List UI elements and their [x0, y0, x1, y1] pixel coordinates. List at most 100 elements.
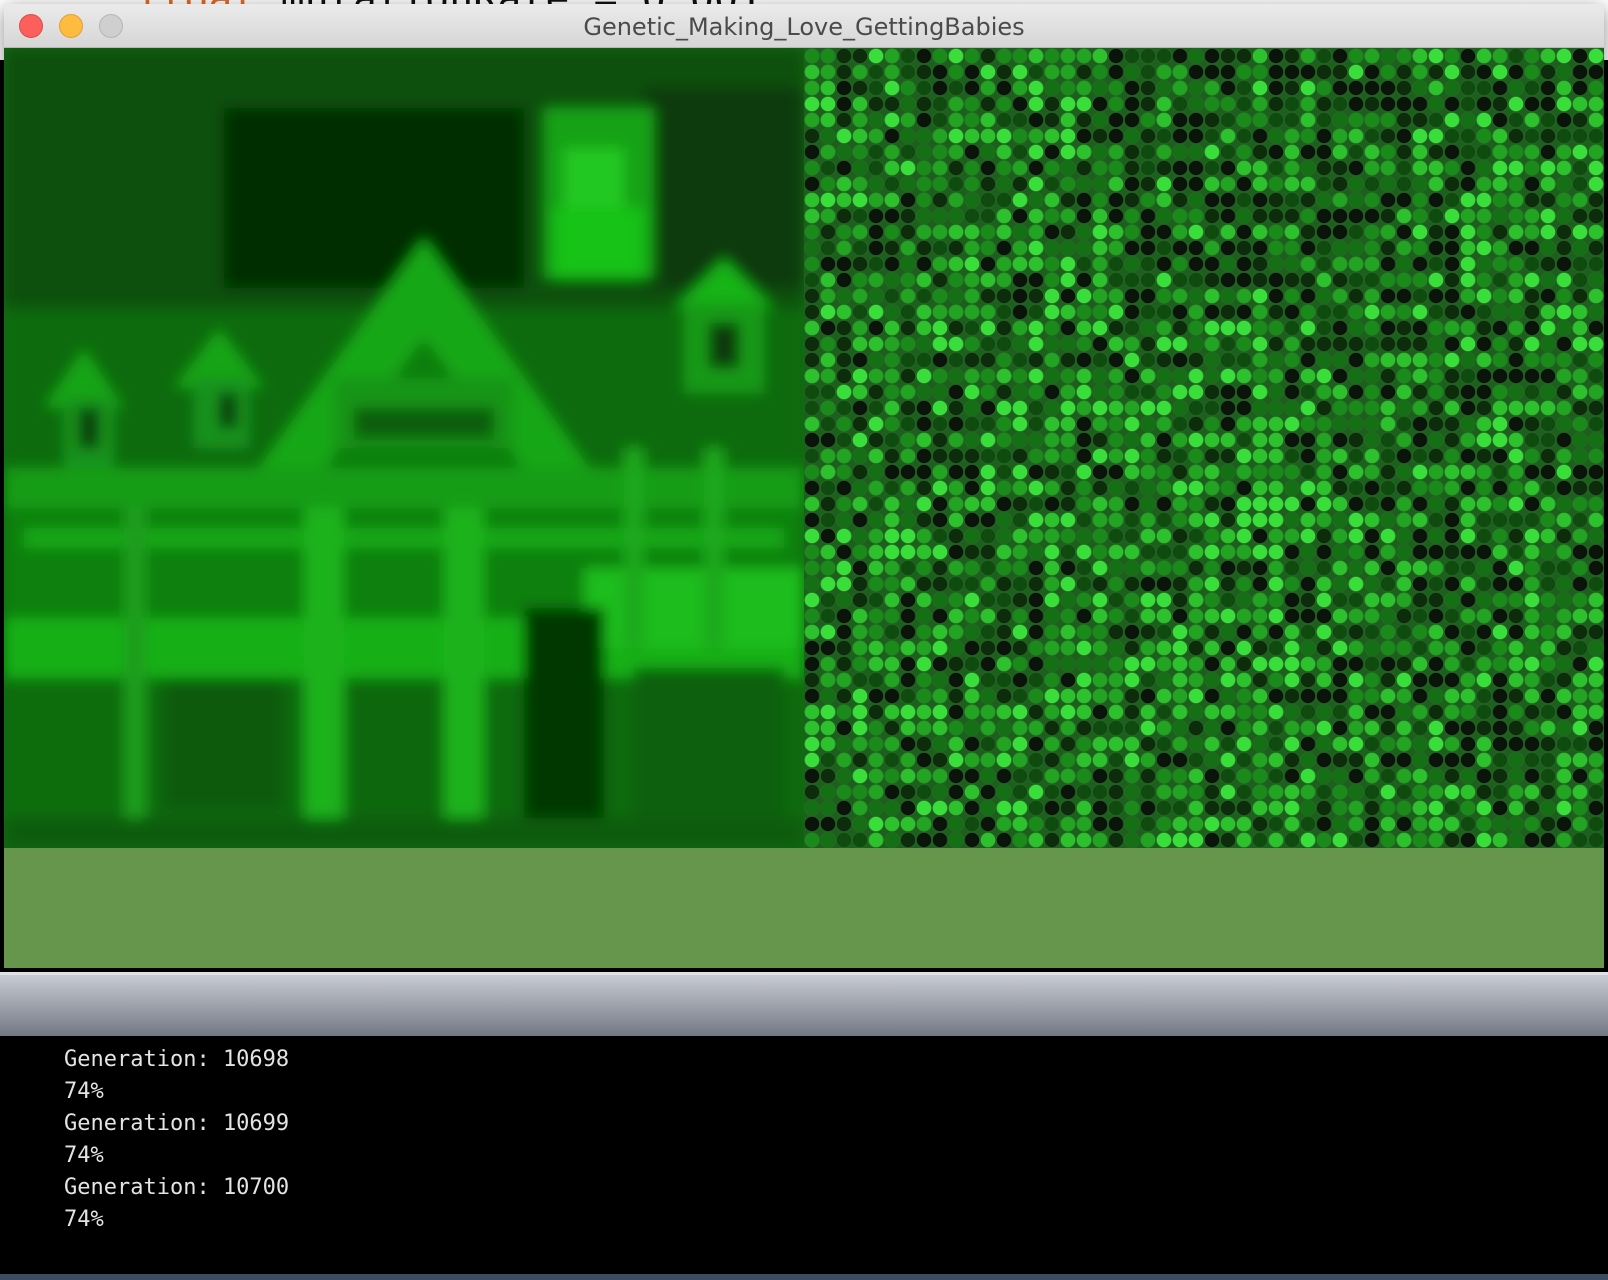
grid-dot: [1316, 640, 1332, 656]
grid-dot: [1556, 416, 1572, 432]
grid-dot: [1524, 48, 1540, 64]
grid-dot: [1476, 96, 1492, 112]
grid-dot: [1348, 176, 1364, 192]
grid-dot: [1140, 224, 1156, 240]
grid-dot: [1556, 48, 1572, 64]
grid-dot: [916, 624, 932, 640]
grid-dot: [1044, 80, 1060, 96]
grid-dot: [804, 560, 820, 576]
grid-dot: [1156, 288, 1172, 304]
grid-dot: [1124, 512, 1140, 528]
grid-dot: [836, 752, 852, 768]
grid-dot: [1028, 560, 1044, 576]
grid-dot: [1252, 96, 1268, 112]
grid-dot: [1156, 480, 1172, 496]
grid-dot: [1348, 704, 1364, 720]
grid-dot: [916, 352, 932, 368]
grid-dot: [1476, 256, 1492, 272]
grid-dot: [1268, 304, 1284, 320]
grid-dot: [820, 784, 836, 800]
grid-dot: [1204, 528, 1220, 544]
grid-dot: [932, 592, 948, 608]
grid-dot: [868, 448, 884, 464]
grid-dot: [1156, 304, 1172, 320]
grid-dot: [916, 192, 932, 208]
grid-dot: [804, 544, 820, 560]
grid-dot: [1316, 480, 1332, 496]
grid-dot: [1028, 640, 1044, 656]
grid-dot: [1236, 496, 1252, 512]
grid-dot: [1476, 64, 1492, 80]
grid-dot: [900, 720, 916, 736]
grid-dot: [1476, 736, 1492, 752]
grid-dot: [1428, 784, 1444, 800]
grid-dot: [1556, 432, 1572, 448]
grid-dot: [1268, 416, 1284, 432]
grid-dot: [1188, 784, 1204, 800]
grid-dot: [900, 208, 916, 224]
grid-dot: [964, 688, 980, 704]
grid-dot: [1348, 240, 1364, 256]
grid-dot: [1236, 608, 1252, 624]
grid-dot: [1588, 224, 1604, 240]
grid-dot: [1444, 80, 1460, 96]
grid-dot: [1012, 192, 1028, 208]
grid-dot: [948, 528, 964, 544]
grid-dot: [820, 720, 836, 736]
grid-dot: [1188, 656, 1204, 672]
grid-dot: [1348, 544, 1364, 560]
grid-dot: [1012, 800, 1028, 816]
grid-dot: [852, 624, 868, 640]
sketch-canvas[interactable]: [4, 48, 1604, 968]
console-output[interactable]: 74%Generation: 1069874%Generation: 10699…: [0, 1036, 1608, 1274]
grid-dot: [1540, 640, 1556, 656]
grid-dot: [1572, 832, 1588, 848]
grid-dot: [1460, 304, 1476, 320]
grid-dot: [1012, 544, 1028, 560]
grid-dot: [836, 640, 852, 656]
grid-dot: [1588, 272, 1604, 288]
grid-dot: [1540, 320, 1556, 336]
grid-dot: [1252, 128, 1268, 144]
grid-dot: [1060, 176, 1076, 192]
grid-dot: [836, 528, 852, 544]
grid-dot: [1156, 624, 1172, 640]
grid-dot: [1092, 256, 1108, 272]
window-titlebar[interactable]: Genetic_Making_Love_GettingBabies: [4, 4, 1604, 48]
grid-dot: [1396, 224, 1412, 240]
grid-dot: [1156, 256, 1172, 272]
grid-dot: [1220, 160, 1236, 176]
grid-dot: [1348, 592, 1364, 608]
grid-dot: [820, 48, 836, 64]
grid-dot: [1524, 128, 1540, 144]
grid-dot: [1300, 96, 1316, 112]
grid-dot: [1188, 704, 1204, 720]
grid-dot: [1588, 208, 1604, 224]
grid-dot: [1428, 480, 1444, 496]
grid-dot: [1524, 352, 1540, 368]
grid-dot: [1460, 368, 1476, 384]
grid-dot: [1188, 768, 1204, 784]
grid-dot: [1380, 48, 1396, 64]
grid-dot: [948, 192, 964, 208]
grid-dot: [980, 176, 996, 192]
grid-dot: [1172, 320, 1188, 336]
grid-dot: [1284, 816, 1300, 832]
grid-dot: [1012, 704, 1028, 720]
grid-dot: [1156, 192, 1172, 208]
grid-dot: [1588, 576, 1604, 592]
grid-dot: [1300, 224, 1316, 240]
grid-dot: [1492, 576, 1508, 592]
grid-dot: [1588, 720, 1604, 736]
grid-dot: [1572, 624, 1588, 640]
grid-dot: [932, 288, 948, 304]
grid-dot: [1332, 288, 1348, 304]
grid-dot: [1172, 560, 1188, 576]
grid-dot: [948, 432, 964, 448]
grid-dot: [820, 656, 836, 672]
grid-dot: [1492, 592, 1508, 608]
grid-dot: [1300, 576, 1316, 592]
grid-dot: [884, 352, 900, 368]
grid-dot: [1204, 560, 1220, 576]
grid-dot: [1220, 480, 1236, 496]
